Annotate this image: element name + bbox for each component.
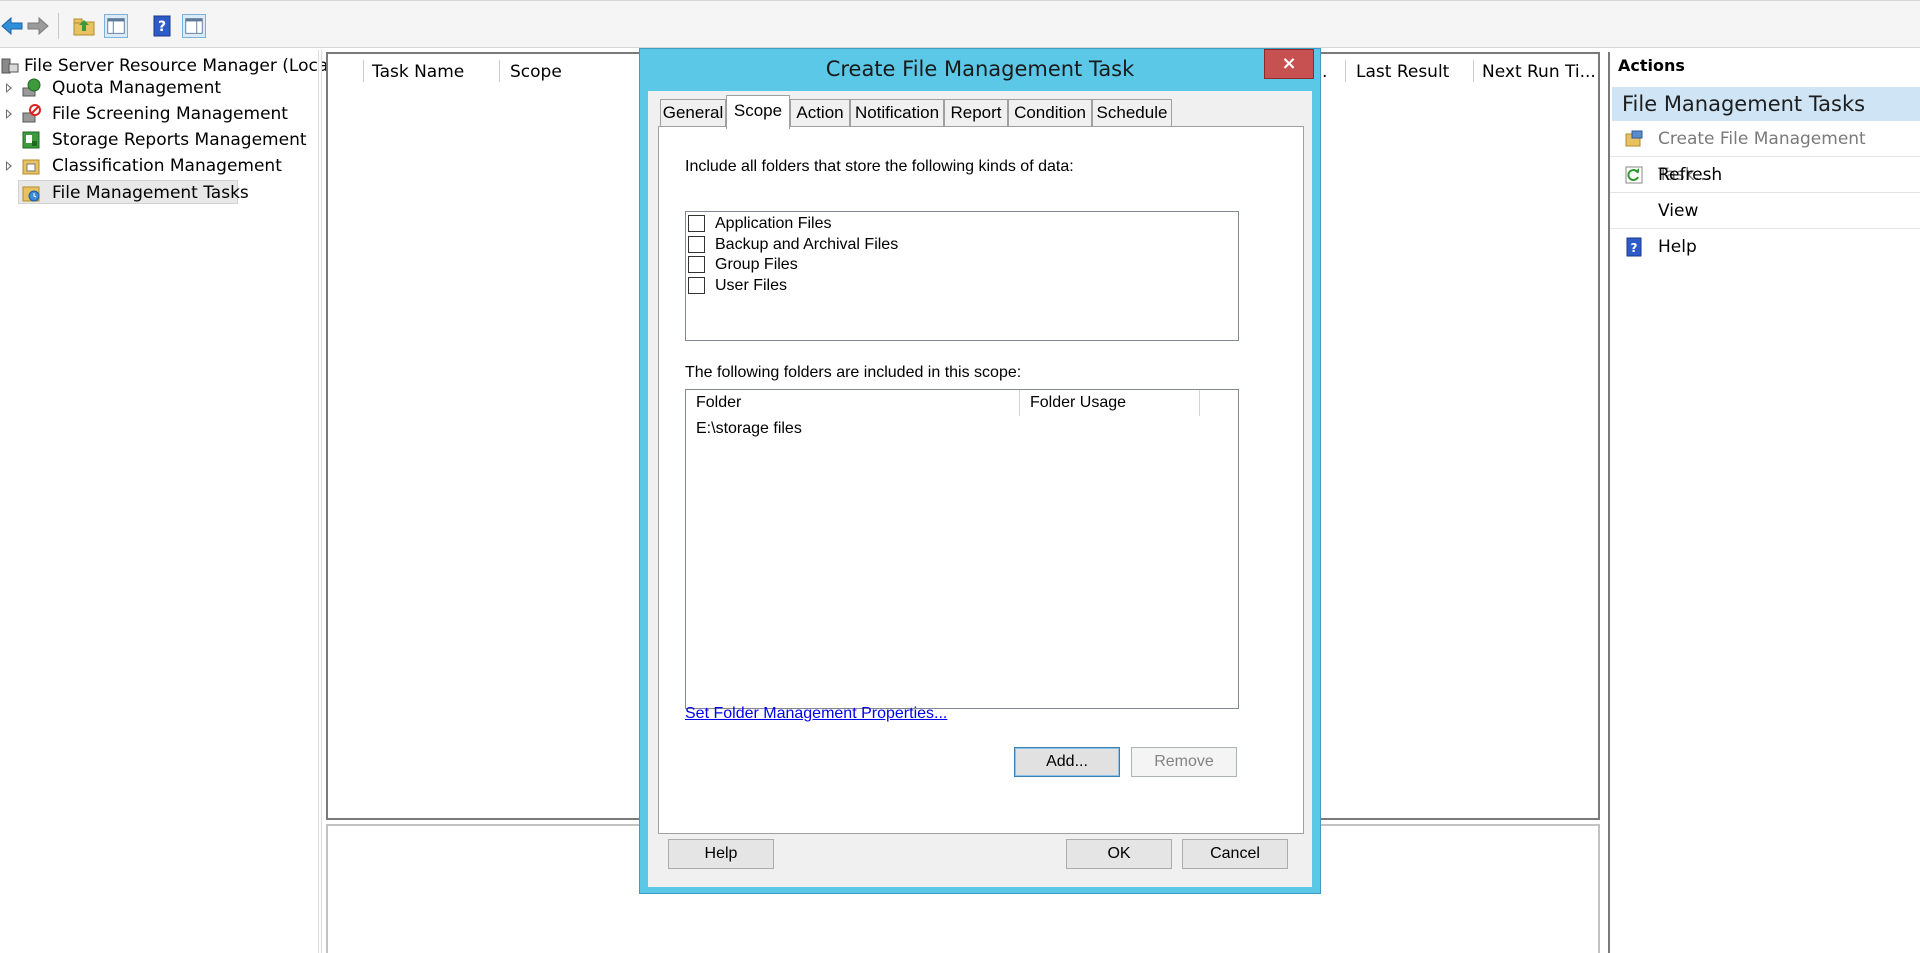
column-header-truncated[interactable]: . [1322, 56, 1327, 88]
column-header-folder-usage[interactable]: Folder Usage [1020, 390, 1200, 416]
back-arrow-icon[interactable] [0, 14, 24, 38]
tree-item-label: File Management Tasks [52, 183, 249, 203]
folder-path: E:\storage files [696, 420, 802, 437]
action-label: View [1658, 201, 1699, 221]
tree-item-label: Storage Reports Management [52, 130, 307, 150]
toolbar: ? [0, 0, 1920, 48]
server-icon [1, 58, 19, 74]
file-screen-icon [22, 104, 41, 123]
actions-section-header[interactable]: File Management Tasks [1612, 87, 1920, 121]
checkbox-label: Backup and Archival Files [715, 236, 899, 253]
up-folder-icon[interactable] [72, 14, 96, 38]
expand-arrow-icon[interactable] [6, 83, 12, 93]
remove-button[interactable]: Remove [1131, 747, 1237, 777]
folders-list: Folder Folder Usage E:\storage files [685, 389, 1239, 709]
checkbox-label: Application Files [715, 215, 832, 232]
file-task-icon [22, 186, 40, 202]
tree-item-label: Classification Management [52, 156, 282, 176]
tab-general[interactable]: General [660, 99, 726, 127]
dialog-body: General Scope Action Notification Report… [648, 49, 1312, 887]
checkbox[interactable] [688, 277, 705, 294]
quota-icon [22, 78, 41, 97]
set-folder-management-properties-link[interactable]: Set Folder Management Properties... [685, 705, 947, 723]
create-file-management-task-dialog: Create File Management Task × General Sc… [639, 48, 1321, 894]
pane-splitter[interactable] [318, 50, 322, 953]
tree-root-label: File Server Resource Manager (Local) [24, 56, 340, 76]
show-hide-console-tree-icon[interactable] [104, 14, 128, 38]
scope-tab-panel: Include all folders that store the follo… [658, 126, 1304, 834]
checkbox[interactable] [688, 256, 705, 273]
help-icon[interactable]: ? [150, 14, 174, 38]
console-tree: File Server Resource Manager (Local) Quo… [0, 50, 340, 953]
help-button[interactable]: Help [668, 839, 774, 869]
tab-notification[interactable]: Notification [850, 99, 944, 127]
action-label: Help [1658, 237, 1697, 257]
refresh-icon [1625, 166, 1643, 184]
checkbox-label: Group Files [715, 256, 798, 273]
actions-pane: Actions File Management Tasks Create Fil… [1608, 52, 1920, 953]
column-header-folder[interactable]: Folder [686, 390, 1020, 416]
show-hide-action-pane-icon[interactable] [182, 14, 206, 38]
folder-row[interactable]: E:\storage files [696, 420, 802, 438]
action-help[interactable]: ? Help [1610, 229, 1920, 265]
storage-report-icon [22, 131, 40, 149]
action-view[interactable]: View [1610, 193, 1920, 229]
tree-item-quota-management[interactable]: Quota Management [0, 76, 318, 100]
tree-item-label: Quota Management [52, 78, 222, 98]
tab-action[interactable]: Action [790, 99, 850, 127]
tab-report[interactable]: Report [944, 99, 1008, 127]
column-header-scope[interactable]: Scope [510, 56, 562, 88]
add-button[interactable]: Add... [1014, 747, 1120, 777]
svg-text:?: ? [1631, 241, 1638, 255]
tab-scope[interactable]: Scope [726, 95, 790, 129]
ok-button[interactable]: OK [1066, 839, 1172, 869]
classification-icon [22, 159, 40, 175]
checkbox-label: User Files [715, 277, 788, 294]
tree-item-classification-management[interactable]: Classification Management [0, 154, 318, 178]
column-header-task-name[interactable]: Task Name [372, 56, 464, 88]
cancel-button[interactable]: Cancel [1182, 839, 1288, 869]
tree-item-file-screening-management[interactable]: File Screening Management [0, 102, 318, 126]
svg-text:?: ? [158, 19, 166, 35]
forward-arrow-icon[interactable] [26, 14, 50, 38]
action-label: Refresh [1658, 165, 1723, 185]
tree-item-storage-reports-management[interactable]: Storage Reports Management [0, 128, 318, 152]
checkbox[interactable] [688, 236, 705, 253]
tree-item-label: File Screening Management [52, 104, 288, 124]
action-refresh[interactable]: Refresh [1610, 157, 1920, 193]
column-header-next-run-time[interactable]: Next Run Ti... [1482, 56, 1596, 88]
help-icon: ? [1626, 237, 1642, 257]
column-header-last-result[interactable]: Last Result [1356, 56, 1449, 88]
tree-item-file-management-tasks[interactable]: File Management Tasks [18, 180, 249, 204]
include-kinds-label: Include all folders that store the follo… [685, 158, 1074, 175]
actions-title: Actions [1618, 56, 1685, 75]
included-folders-label: The following folders are included in th… [685, 364, 1022, 381]
tab-condition[interactable]: Condition [1008, 99, 1092, 127]
tab-schedule[interactable]: Schedule [1092, 99, 1172, 127]
data-kinds-checklist: Application Files Backup and Archival Fi… [685, 211, 1239, 341]
checkbox[interactable] [688, 215, 705, 232]
action-create-file-management-task[interactable]: Create File Management Task... [1610, 121, 1920, 185]
expand-arrow-icon[interactable] [6, 109, 12, 119]
create-task-icon [1625, 130, 1643, 147]
expand-arrow-icon[interactable] [6, 161, 12, 171]
